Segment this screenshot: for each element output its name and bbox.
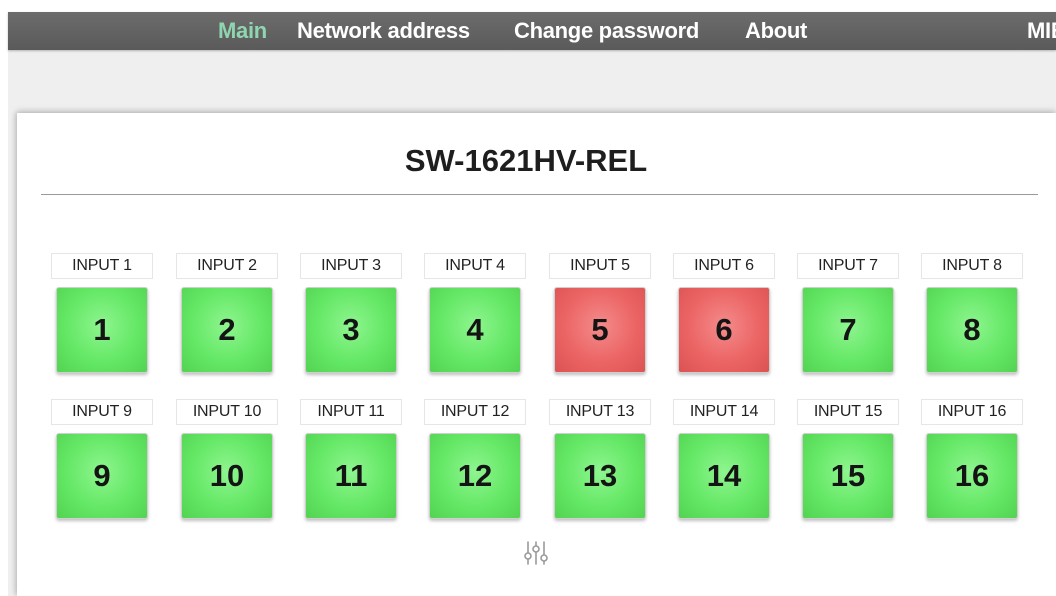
nav-item-about[interactable]: About <box>745 17 807 45</box>
input-cell-14: INPUT 14 14 <box>673 399 775 519</box>
input-cell-10: INPUT 10 10 <box>176 399 278 519</box>
input-label-7: INPUT 7 <box>797 253 899 279</box>
input-cell-2: INPUT 2 2 <box>176 253 278 373</box>
input-label-5: INPUT 5 <box>549 253 651 279</box>
input-label-1: INPUT 1 <box>51 253 153 279</box>
input-button-3[interactable]: 3 <box>305 287 397 373</box>
input-label-14: INPUT 14 <box>673 399 775 425</box>
nav-item-main[interactable]: Main <box>218 17 267 45</box>
input-button-11[interactable]: 11 <box>305 433 397 519</box>
nav-item-change-password[interactable]: Change password <box>514 17 699 45</box>
input-cell-4: INPUT 4 4 <box>424 253 526 373</box>
input-button-5[interactable]: 5 <box>554 287 646 373</box>
input-label-6: INPUT 6 <box>673 253 775 279</box>
sliders-icon[interactable] <box>522 539 550 567</box>
input-label-16: INPUT 16 <box>921 399 1023 425</box>
input-label-2: INPUT 2 <box>176 253 278 279</box>
input-button-4[interactable]: 4 <box>429 287 521 373</box>
input-button-14[interactable]: 14 <box>678 433 770 519</box>
input-cell-9: INPUT 9 9 <box>51 399 153 519</box>
input-label-10: INPUT 10 <box>176 399 278 425</box>
input-button-9[interactable]: 9 <box>56 433 148 519</box>
input-cell-12: INPUT 12 12 <box>424 399 526 519</box>
input-cell-6: INPUT 6 6 <box>673 253 775 373</box>
input-label-12: INPUT 12 <box>424 399 526 425</box>
input-button-7[interactable]: 7 <box>802 287 894 373</box>
input-cell-13: INPUT 13 13 <box>549 399 651 519</box>
nav-item-right-truncated[interactable]: MIE <box>1027 17 1056 45</box>
nav-item-network-address[interactable]: Network address <box>297 17 470 45</box>
input-label-9: INPUT 9 <box>51 399 153 425</box>
input-label-15: INPUT 15 <box>797 399 899 425</box>
input-cell-15: INPUT 15 15 <box>797 399 899 519</box>
input-cell-1: INPUT 1 1 <box>51 253 153 373</box>
input-button-13[interactable]: 13 <box>554 433 646 519</box>
input-label-3: INPUT 3 <box>300 253 402 279</box>
title-divider <box>41 194 1038 195</box>
input-button-8[interactable]: 8 <box>926 287 1018 373</box>
input-button-15[interactable]: 15 <box>802 433 894 519</box>
input-button-16[interactable]: 16 <box>926 433 1018 519</box>
input-cell-3: INPUT 3 3 <box>300 253 402 373</box>
input-label-4: INPUT 4 <box>424 253 526 279</box>
input-cell-7: INPUT 7 7 <box>797 253 899 373</box>
input-label-8: INPUT 8 <box>921 253 1023 279</box>
input-label-11: INPUT 11 <box>300 399 402 425</box>
input-button-1[interactable]: 1 <box>56 287 148 373</box>
input-button-12[interactable]: 12 <box>429 433 521 519</box>
main-panel <box>17 113 1056 596</box>
input-button-2[interactable]: 2 <box>181 287 273 373</box>
device-title: SW-1621HV-REL <box>404 143 648 178</box>
input-button-10[interactable]: 10 <box>181 433 273 519</box>
input-cell-5: INPUT 5 5 <box>549 253 651 373</box>
top-nav-bar: Main Network address Change password Abo… <box>8 12 1056 50</box>
input-cell-16: INPUT 16 16 <box>921 399 1023 519</box>
input-cell-11: INPUT 11 11 <box>300 399 402 519</box>
input-label-13: INPUT 13 <box>549 399 651 425</box>
input-button-6[interactable]: 6 <box>678 287 770 373</box>
input-cell-8: INPUT 8 8 <box>921 253 1023 373</box>
